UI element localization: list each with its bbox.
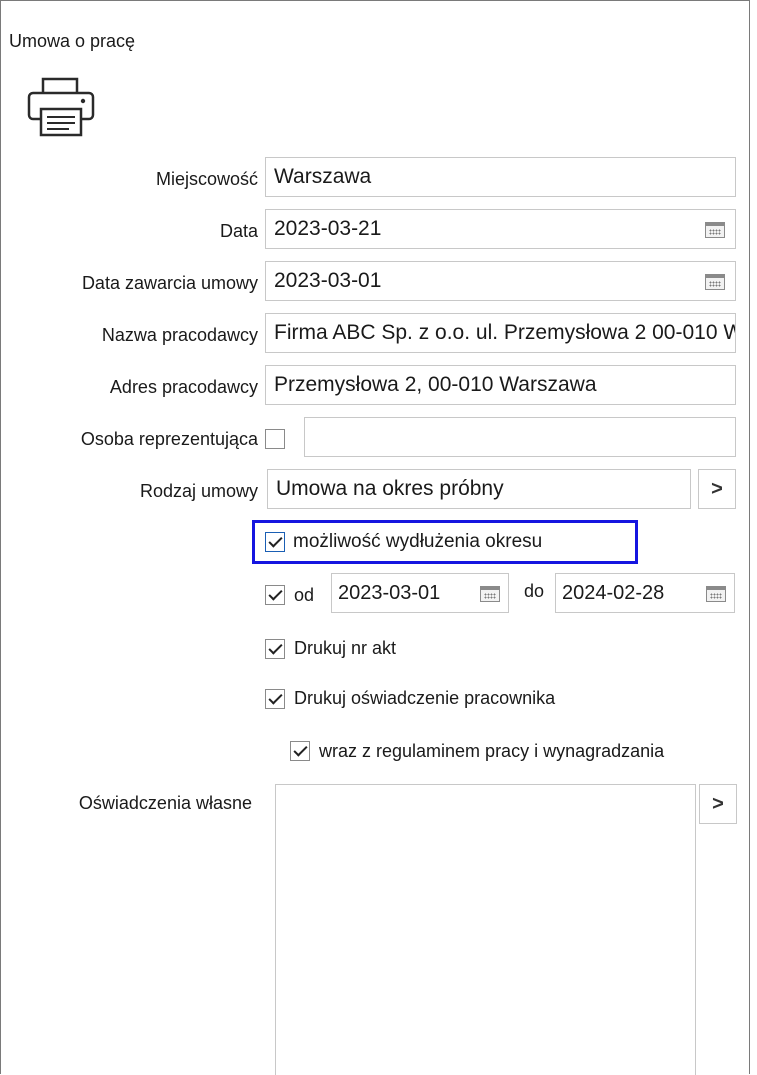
oswiadczenie-checkbox[interactable] [265, 689, 285, 709]
date-do-value: 2024-02-28 [562, 582, 665, 604]
nazwa-pracodawcy-input[interactable]: Firma ABC Sp. z o.o. ul. Przemysłowa 2 0… [265, 313, 736, 353]
calendar-icon[interactable] [705, 274, 725, 290]
data-zawarcia-value: 2023-03-01 [274, 269, 382, 292]
label-data: Data [219, 221, 258, 241]
calendar-icon[interactable] [706, 586, 726, 602]
adres-pracodawcy-input[interactable]: Przemysłowa 2, 00-010 Warszawa [265, 365, 736, 405]
label-oswiadczenia: Oświadczenia własne [78, 793, 252, 813]
nr-akt-label[interactable]: Drukuj nr akt [294, 638, 396, 659]
okres-checkbox[interactable] [265, 585, 285, 605]
label-rodzaj-umowy: Rodzaj umowy [139, 481, 258, 501]
oswiadczenie-label[interactable]: Drukuj oświadczenie pracownika [294, 688, 555, 709]
date-do-input[interactable]: 2024-02-28 [555, 573, 735, 613]
oswiadczenia-textarea[interactable] [275, 784, 696, 1075]
label-od: od [294, 585, 315, 605]
date-od-input[interactable]: 2023-03-01 [331, 573, 509, 613]
osoba-reprezentujaca-input[interactable] [304, 417, 736, 457]
contract-panel: Umowa o pracę Miejscowość Warszawa Data … [0, 0, 750, 1075]
nr-akt-checkbox[interactable] [265, 639, 285, 659]
label-adres-pracodawcy: Adres pracodawcy [109, 377, 258, 397]
miejscowosc-input[interactable]: Warszawa [265, 157, 736, 197]
regulamin-label[interactable]: wraz z regulaminem pracy i wynagradzania [319, 741, 664, 762]
osoba-reprezentujaca-checkbox[interactable] [265, 429, 285, 449]
regulamin-checkbox[interactable] [290, 741, 310, 761]
label-nazwa-pracodawcy: Nazwa pracodawcy [101, 325, 258, 345]
wydluzenie-checkbox[interactable] [265, 532, 285, 552]
calendar-icon[interactable] [705, 222, 725, 238]
printer-icon[interactable] [25, 77, 97, 137]
panel-title: Umowa o pracę [9, 31, 136, 51]
calendar-icon[interactable] [480, 586, 500, 602]
data-value: 2023-03-21 [274, 217, 382, 240]
label-miejscowosc: Miejscowość [155, 169, 258, 189]
rodzaj-umowy-arrow-button[interactable]: > [698, 469, 736, 509]
rodzaj-umowy-input[interactable]: Umowa na okres próbny [267, 469, 691, 509]
wydluzenie-label[interactable]: możliwość wydłużenia okresu [293, 531, 542, 553]
label-osoba-reprezentujaca: Osoba reprezentująca [80, 429, 258, 449]
data-zawarcia-input[interactable]: 2023-03-01 [265, 261, 736, 301]
date-od-value: 2023-03-01 [338, 582, 441, 604]
label-do: do [524, 581, 545, 601]
label-data-zawarcia: Data zawarcia umowy [81, 273, 258, 293]
oswiadczenia-arrow-button[interactable]: > [699, 784, 737, 824]
data-input[interactable]: 2023-03-21 [265, 209, 736, 249]
